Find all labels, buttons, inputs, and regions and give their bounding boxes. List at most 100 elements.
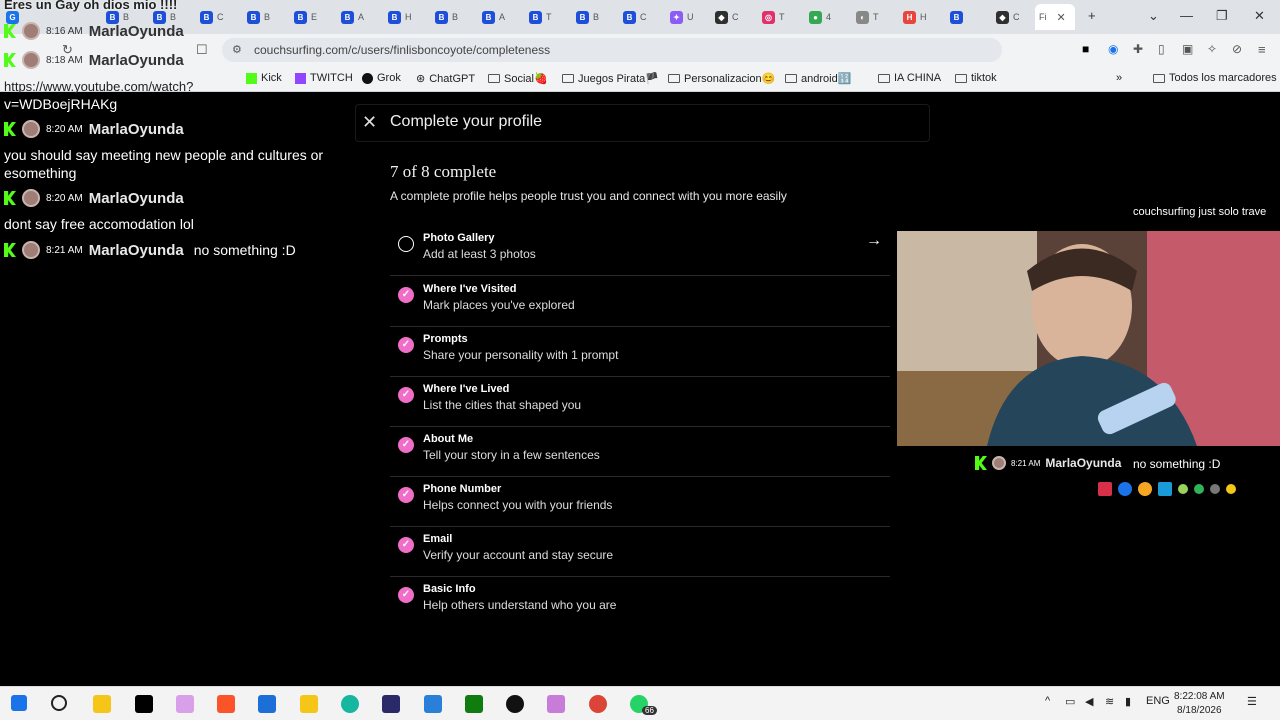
- chat-overlay-row: 8:18 AM MarlaOyunda: [4, 51, 184, 69]
- notion-icon[interactable]: [135, 695, 153, 713]
- bookmarks-more[interactable]: »: [1116, 72, 1122, 84]
- camera-icon[interactable]: ◉: [1108, 42, 1118, 56]
- battery-icon[interactable]: ▮: [1125, 695, 1131, 708]
- file-explorer-icon[interactable]: [93, 695, 111, 713]
- menu-icon[interactable]: ≡: [1258, 42, 1266, 57]
- windows-start-icon[interactable]: [11, 695, 27, 711]
- app-icon[interactable]: [258, 695, 276, 713]
- browser-tab[interactable]: HH: [903, 8, 947, 26]
- webcam-image: [897, 231, 1280, 446]
- chat-message-text: dont say free accomodation lol: [4, 216, 194, 232]
- brave-icon[interactable]: [217, 695, 235, 713]
- browser-tab[interactable]: B: [950, 8, 994, 26]
- bookmark-personalizacion[interactable]: Personalizacion😊: [668, 72, 775, 85]
- browser-tab[interactable]: ◐ T: [856, 8, 900, 26]
- browser-tab[interactable]: BC: [623, 8, 667, 26]
- bookmark-icon[interactable]: ☐: [196, 42, 208, 58]
- wifi-icon[interactable]: ≋: [1105, 695, 1114, 708]
- bookmark-kick[interactable]: Kick: [246, 72, 282, 84]
- avatar: [22, 22, 40, 40]
- leo-icon[interactable]: ✧: [1207, 42, 1217, 56]
- incomplete-circle-icon: [398, 236, 414, 252]
- close-icon[interactable]: ✕: [362, 112, 377, 133]
- browser-tab[interactable]: ● 4: [809, 8, 853, 26]
- browser-tab[interactable]: BA: [341, 8, 385, 26]
- browser-tab[interactable]: BA: [482, 8, 526, 26]
- app-icon[interactable]: [176, 695, 194, 713]
- profile-item-email[interactable]: ✓ Email Verify your account and stay sec…: [390, 527, 890, 577]
- profile-item-where-lived[interactable]: ✓ Where I've Lived List the cities that …: [390, 377, 890, 427]
- folder-icon: [488, 74, 500, 83]
- folder-icon: [955, 73, 967, 83]
- browser-tab-icon: B: [576, 10, 589, 24]
- chevron-down-icon[interactable]: ⌄: [1148, 8, 1159, 24]
- app-icon[interactable]: [382, 695, 400, 713]
- new-tab-button[interactable]: +: [1088, 8, 1096, 23]
- wallet-icon[interactable]: ▣: [1182, 42, 1193, 56]
- profile-item-phone[interactable]: ✓ Phone Number Helps connect you with yo…: [390, 477, 890, 527]
- browser-tab[interactable]: ◆ C: [715, 8, 759, 26]
- obs-icon[interactable]: [506, 695, 524, 713]
- browser-tab[interactable]: BT: [529, 8, 573, 26]
- url-bar[interactable]: ⚙ couchsurfing.com/c/users/finlisboncoyo…: [222, 38, 1002, 62]
- status-icon: [1194, 484, 1204, 494]
- bookmark-social[interactable]: Social🍓: [488, 72, 548, 85]
- browser-tab[interactable]: BB: [435, 8, 479, 26]
- profile-item-basic-info[interactable]: ✓ Basic Info Help others understand who …: [390, 577, 890, 627]
- clock[interactable]: 8:22:08 AM 8/18/2026: [1174, 690, 1225, 718]
- close-tab-icon[interactable]: ✕: [1057, 11, 1066, 24]
- tray-icon[interactable]: ▭: [1065, 695, 1075, 708]
- arrow-right-icon[interactable]: →: [866, 232, 882, 250]
- maximize-button[interactable]: ❐: [1216, 8, 1228, 24]
- bookmark-ia-china[interactable]: IA CHINA: [878, 72, 941, 84]
- browser-tab[interactable]: ◆ C: [996, 8, 1040, 26]
- bell-icon[interactable]: [1138, 482, 1152, 496]
- avatar: [22, 189, 40, 207]
- minimize-button[interactable]: —: [1180, 8, 1193, 23]
- bookmark-juegos[interactable]: Juegos Pirata🏴: [562, 72, 659, 85]
- star-icon: [1226, 484, 1236, 494]
- speaker-icon[interactable]: ◀: [1085, 695, 1093, 708]
- bookmark-grok[interactable]: Grok: [362, 72, 401, 84]
- chevron-up-icon[interactable]: ^: [1045, 695, 1050, 707]
- app-icon[interactable]: [547, 695, 565, 713]
- bookmark-android[interactable]: android🔢: [785, 72, 851, 85]
- xbox-icon[interactable]: [465, 695, 483, 713]
- profile-item-photo-gallery[interactable]: Photo Gallery Add at least 3 photos →: [390, 226, 890, 276]
- all-bookmarks[interactable]: Todos los marcadores: [1153, 72, 1277, 84]
- extension-icon[interactable]: ■: [1082, 42, 1089, 56]
- browser-tab[interactable]: ◎ T: [762, 8, 806, 26]
- chat-icon[interactable]: [1118, 482, 1132, 496]
- stream-icons: [1098, 482, 1236, 496]
- bookmark-twitch[interactable]: TWITCH: [295, 72, 353, 84]
- browser-tab-icon: ◆: [715, 10, 728, 24]
- avatar: [22, 51, 40, 69]
- notification-icon[interactable]: ☰: [1247, 695, 1257, 708]
- browser-tab[interactable]: BH: [388, 8, 432, 26]
- close-window-button[interactable]: ✕: [1254, 8, 1265, 24]
- kick-icon: [4, 24, 16, 38]
- site-info-icon[interactable]: ⚙: [232, 38, 242, 62]
- app-icon[interactable]: [300, 695, 318, 713]
- browser-tab-active[interactable]: Fi ✕: [1035, 4, 1075, 30]
- browser-tab-icon: ◆: [996, 10, 1009, 24]
- bookmark-tiktok[interactable]: tiktok: [955, 72, 997, 84]
- kick-icon: [246, 72, 257, 84]
- sidebar-icon[interactable]: ▯: [1158, 42, 1165, 56]
- pause-icon[interactable]: [1098, 482, 1112, 496]
- app-icon[interactable]: [424, 695, 442, 713]
- vpn-icon[interactable]: ⊘: [1232, 42, 1242, 56]
- puzzle-icon[interactable]: ✚: [1133, 42, 1143, 56]
- chrome-icon[interactable]: [589, 695, 607, 713]
- browser-tab[interactable]: BB: [576, 8, 620, 26]
- profile-item-where-visited[interactable]: ✓ Where I've Visited Mark places you've …: [390, 277, 890, 327]
- browser-tab[interactable]: ✦ U: [670, 8, 714, 26]
- profile-item-about-me[interactable]: ✓ About Me Tell your story in a few sent…: [390, 427, 890, 477]
- bookmark-chatgpt[interactable]: ⊛ ChatGPT: [416, 72, 475, 86]
- url-text: couchsurfing.com/c/users/finlisboncoyote…: [254, 43, 551, 57]
- language-indicator[interactable]: ENG: [1146, 695, 1170, 707]
- profile-item-prompts[interactable]: ✓ Prompts Share your personality with 1 …: [390, 327, 890, 377]
- search-icon[interactable]: [51, 695, 67, 711]
- app-icon[interactable]: [341, 695, 359, 713]
- filter-icon[interactable]: [1158, 482, 1172, 496]
